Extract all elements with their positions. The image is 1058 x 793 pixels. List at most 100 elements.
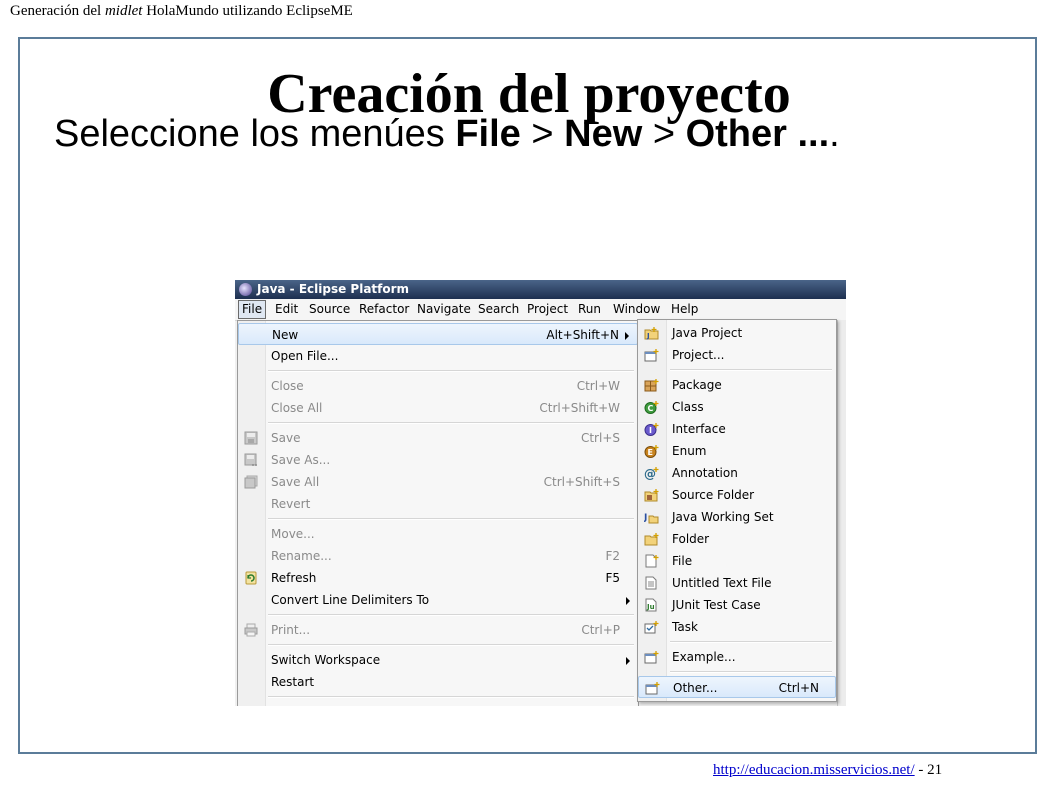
folder-icon bbox=[644, 533, 659, 546]
file-menu-convert-line-delimiters[interactable]: Convert Line Delimiters To bbox=[238, 589, 638, 611]
annotation-icon: @ bbox=[644, 467, 659, 480]
menu-item-shortcut: Ctrl+S bbox=[580, 431, 620, 445]
menu-item-label: Close bbox=[271, 379, 304, 393]
menu-item-shortcut: Ctrl+P bbox=[581, 623, 620, 637]
menu-project[interactable]: Project bbox=[527, 302, 568, 316]
menu-item-shortcut: F5 bbox=[605, 571, 620, 585]
menu-item-label: Save bbox=[271, 431, 301, 445]
menu-run[interactable]: Run bbox=[578, 302, 601, 316]
menu-help[interactable]: Help bbox=[671, 302, 698, 316]
file-menu-save-as[interactable]: Save As... bbox=[238, 449, 638, 471]
svg-text:E: E bbox=[648, 448, 653, 457]
interface-icon: I bbox=[644, 423, 659, 436]
instruction-end: . bbox=[829, 113, 840, 155]
menu-window[interactable]: Window bbox=[613, 302, 660, 316]
new-annotation[interactable]: @ Annotation bbox=[638, 462, 836, 484]
file-menu-revert[interactable]: Revert bbox=[238, 493, 638, 515]
menu-item-label: Restart bbox=[271, 675, 315, 689]
submenu-item-label: Task bbox=[672, 620, 698, 634]
package-icon bbox=[644, 379, 659, 392]
file-menu-print[interactable]: Print... Ctrl+P bbox=[238, 619, 638, 641]
svg-text:I: I bbox=[649, 426, 652, 435]
submenu-item-label: File bbox=[672, 554, 693, 568]
menu-item-label: Revert bbox=[271, 497, 311, 511]
svg-text:J: J bbox=[646, 332, 650, 340]
header-text-prefix: Generación del bbox=[10, 3, 105, 19]
submenu-item-label: Folder bbox=[672, 532, 710, 546]
svg-text:Ju: Ju bbox=[646, 603, 655, 611]
new-package[interactable]: Package bbox=[638, 374, 836, 396]
menu-separator bbox=[268, 614, 634, 616]
java-project-icon: J bbox=[644, 327, 659, 340]
menu-item-label: Rename... bbox=[271, 549, 332, 563]
file-menu-save[interactable]: Save Ctrl+S bbox=[238, 427, 638, 449]
menu-source[interactable]: Source bbox=[309, 302, 350, 316]
new-other[interactable]: Other... Ctrl+N bbox=[638, 676, 836, 698]
submenu-item-label: Annotation bbox=[672, 466, 738, 480]
submenu-item-label: Package bbox=[672, 378, 722, 392]
new-project[interactable]: Project... bbox=[638, 344, 836, 366]
svg-text:J: J bbox=[644, 513, 647, 523]
file-icon bbox=[645, 554, 659, 568]
submenu-item-label: Class bbox=[672, 400, 704, 414]
text-file-icon bbox=[645, 576, 657, 590]
menu-search[interactable]: Search bbox=[478, 302, 519, 316]
file-menu-close-all[interactable]: Close All Ctrl+Shift+W bbox=[238, 397, 638, 419]
menu-separator bbox=[268, 370, 634, 372]
slide-header: Generación del midlet HolaMundo utilizan… bbox=[10, 3, 353, 20]
new-file[interactable]: File bbox=[638, 550, 836, 572]
new-class[interactable]: C Class bbox=[638, 396, 836, 418]
new-untitled-text-file[interactable]: Untitled Text File bbox=[638, 572, 836, 594]
file-menu-restart[interactable]: Restart bbox=[238, 671, 638, 693]
menu-navigate[interactable]: Navigate bbox=[417, 302, 471, 316]
submenu-separator bbox=[670, 369, 832, 371]
new-java-project[interactable]: J Java Project bbox=[638, 322, 836, 344]
file-menu-refresh[interactable]: Refresh F5 bbox=[238, 567, 638, 589]
menu-separator bbox=[268, 518, 634, 520]
file-menu-save-all[interactable]: Save All Ctrl+Shift+S bbox=[238, 471, 638, 493]
instruction-other: Other ... bbox=[685, 113, 830, 155]
junit-icon: Ju bbox=[645, 598, 657, 612]
window-title: Java - Eclipse Platform bbox=[257, 282, 410, 296]
menubar: File Edit Source Refactor Navigate Searc… bbox=[235, 299, 846, 321]
menu-item-label: Open File... bbox=[271, 349, 339, 363]
menu-separator bbox=[268, 696, 634, 698]
new-enum[interactable]: E Enum bbox=[638, 440, 836, 462]
new-task[interactable]: Task bbox=[638, 616, 836, 638]
new-example[interactable]: Example... bbox=[638, 646, 836, 668]
menu-item-label: Convert Line Delimiters To bbox=[271, 593, 430, 607]
new-interface[interactable]: I Interface bbox=[638, 418, 836, 440]
example-icon bbox=[644, 651, 659, 664]
new-source-folder[interactable]: Source Folder bbox=[638, 484, 836, 506]
class-icon: C bbox=[644, 401, 659, 414]
footer-link[interactable]: http://educacion.misservicios.net/ bbox=[713, 762, 915, 778]
submenu-arrow-icon bbox=[625, 332, 629, 340]
menu-item-shortcut: F2 bbox=[605, 549, 620, 563]
save-icon bbox=[244, 431, 258, 445]
new-java-working-set[interactable]: J Java Working Set bbox=[638, 506, 836, 528]
file-menu: New Alt+Shift+N Open File... Close Ctrl+… bbox=[237, 320, 639, 706]
enum-icon: E bbox=[644, 445, 659, 458]
instruction-file: File bbox=[455, 113, 521, 155]
instruction-sep-2: > bbox=[642, 113, 686, 155]
submenu-item-label: Java Working Set bbox=[672, 510, 774, 524]
new-folder[interactable]: Folder bbox=[638, 528, 836, 550]
file-menu-switch-workspace[interactable]: Switch Workspace bbox=[238, 649, 638, 671]
file-menu-move[interactable]: Move... bbox=[238, 523, 638, 545]
file-menu-new[interactable]: New Alt+Shift+N bbox=[238, 323, 638, 345]
menu-separator bbox=[268, 422, 634, 424]
menu-refactor[interactable]: Refactor bbox=[359, 302, 409, 316]
new-junit-test-case[interactable]: Ju JUnit Test Case bbox=[638, 594, 836, 616]
submenu-item-label: JUnit Test Case bbox=[672, 598, 761, 612]
menu-item-label: Print... bbox=[271, 623, 311, 637]
window-titlebar: Java - Eclipse Platform bbox=[235, 280, 846, 299]
file-menu-open-file[interactable]: Open File... bbox=[238, 345, 638, 367]
menu-edit[interactable]: Edit bbox=[275, 302, 298, 316]
file-menu-rename[interactable]: Rename... F2 bbox=[238, 545, 638, 567]
submenu-item-shortcut: Ctrl+N bbox=[778, 681, 819, 695]
header-text-italic: midlet bbox=[104, 3, 143, 19]
menu-file[interactable]: File bbox=[238, 300, 267, 319]
submenu-item-label: Enum bbox=[672, 444, 707, 458]
source-folder-icon bbox=[644, 489, 659, 502]
file-menu-close[interactable]: Close Ctrl+W bbox=[238, 375, 638, 397]
